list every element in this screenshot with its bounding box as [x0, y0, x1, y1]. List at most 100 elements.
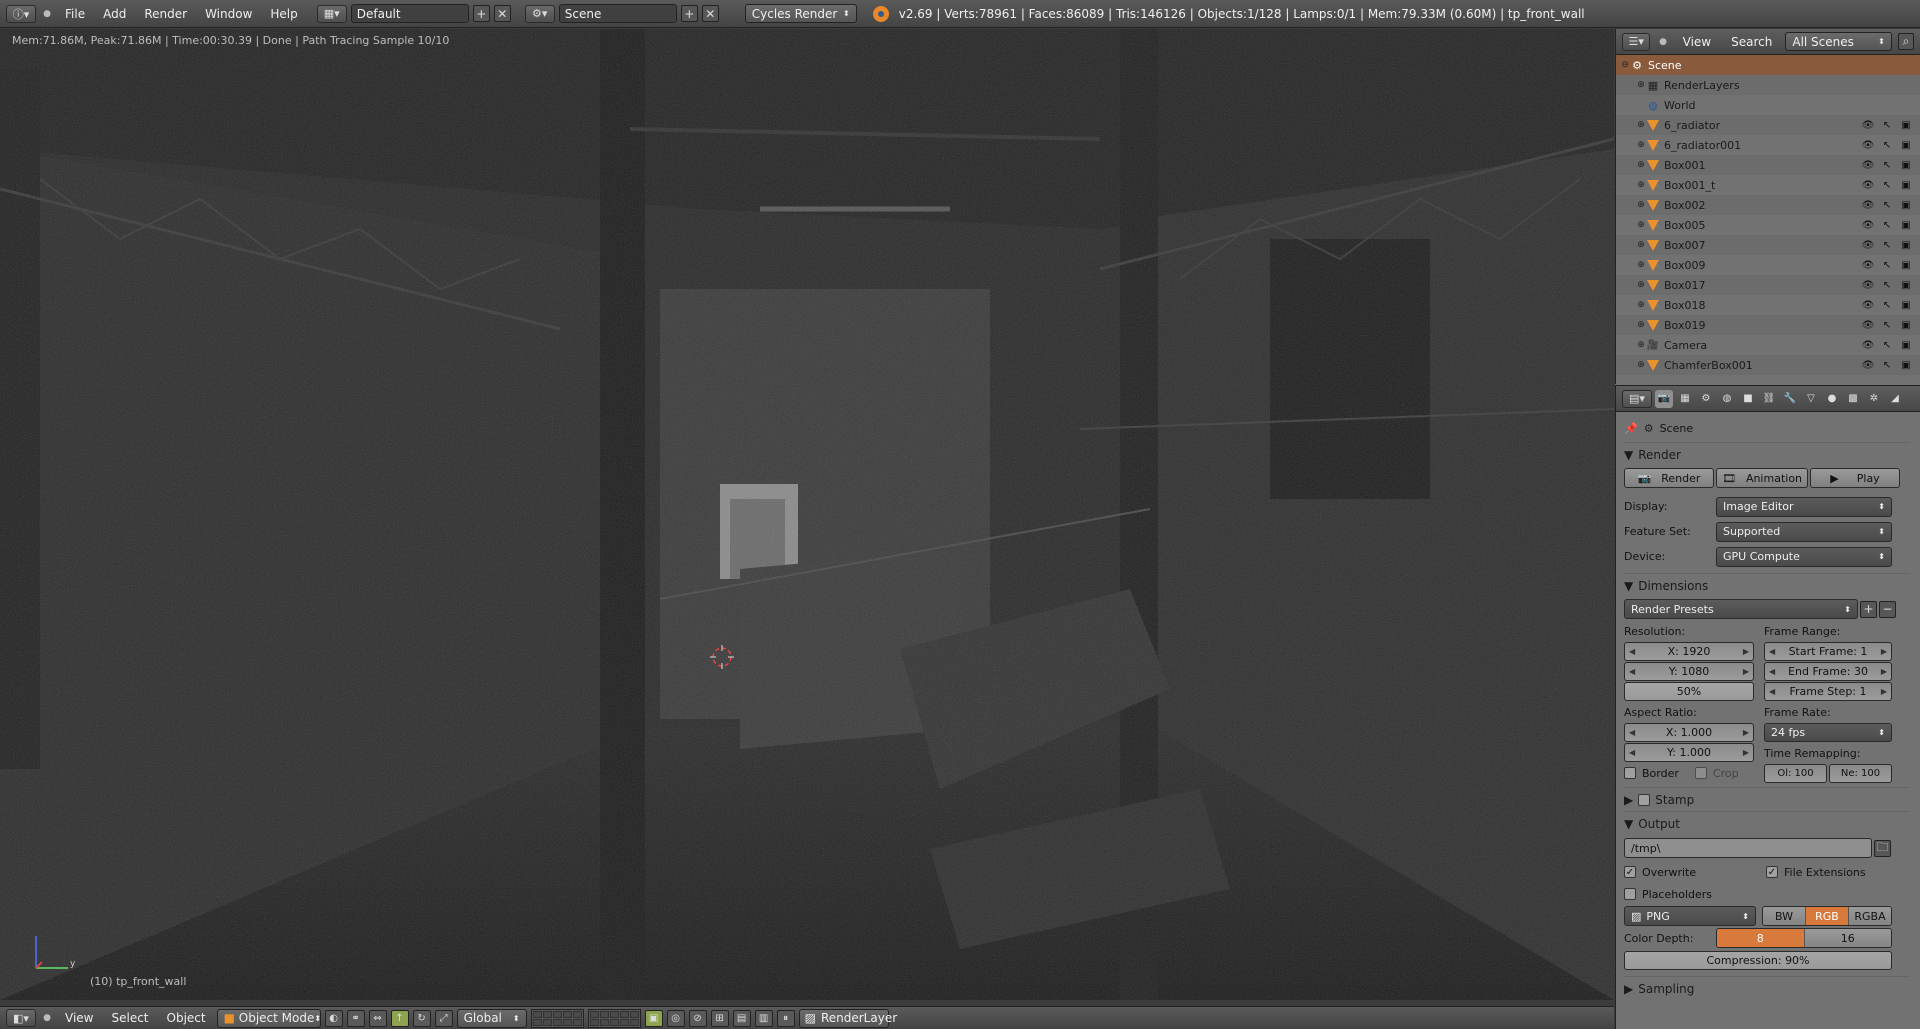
visibility-eye-icon[interactable]: 👁	[1862, 279, 1875, 291]
menu-add[interactable]: Add	[96, 7, 133, 21]
outliner-search-icon[interactable]: ⌕	[1897, 33, 1914, 50]
expand-toggle-icon[interactable]: ⊕	[1636, 220, 1646, 230]
aspect-x-field[interactable]: ◀ X: 1.000 ▶	[1624, 723, 1754, 742]
selectable-cursor-icon[interactable]: ↖	[1881, 199, 1893, 211]
outliner-row[interactable]: ⊕ Box017 👁 ↖ ▣	[1616, 275, 1920, 295]
color-depth-8[interactable]: 8	[1717, 929, 1805, 947]
render-panel-header[interactable]: ▼ Render	[1624, 442, 1910, 466]
dimensions-panel-header[interactable]: ▼ Dimensions	[1624, 573, 1910, 597]
manipulator-button[interactable]: ⇔	[368, 1009, 387, 1027]
start-frame-field[interactable]: ◀ Start Frame: 1 ▶	[1764, 642, 1892, 661]
display-dropdown[interactable]: Image Editor ⬍	[1716, 496, 1892, 517]
selectable-cursor-icon[interactable]: ↖	[1881, 179, 1893, 191]
menu-window[interactable]: Window	[198, 7, 259, 21]
time-remap-old-field[interactable]: Ol: 100	[1764, 764, 1827, 783]
selectable-cursor-icon[interactable]: ↖	[1881, 219, 1893, 231]
outliner-row[interactable]: ⊕ 🎥 Camera 👁 ↖ ▣	[1616, 335, 1920, 355]
3d-viewport[interactable]: Mem:71.86M, Peak:71.86M | Time:00:30.39 …	[0, 29, 1614, 1000]
renderable-camera-icon[interactable]: ▣	[1900, 179, 1912, 191]
outliner-row[interactable]: ⊕ Box005 👁 ↖ ▣	[1616, 215, 1920, 235]
collapse-menu-icon[interactable]: ●	[40, 1011, 54, 1025]
menu-object[interactable]: Object	[160, 1011, 213, 1025]
expand-toggle-icon[interactable]: ⊕	[1636, 240, 1646, 250]
selectable-cursor-icon[interactable]: ↖	[1881, 359, 1893, 371]
color-depth-16[interactable]: 16	[1804, 929, 1891, 947]
menu-file[interactable]: File	[58, 7, 92, 21]
expand-toggle-icon[interactable]: ⊕	[1636, 360, 1646, 370]
render-engine-dropdown[interactable]: Cycles Render ⬍	[744, 4, 857, 23]
color-mode-rgba[interactable]: RGBA	[1849, 907, 1891, 925]
visibility-eye-icon[interactable]: 👁	[1862, 319, 1875, 331]
editor-type-button[interactable]: ⓘ▾	[6, 4, 36, 23]
end-frame-field[interactable]: ◀ End Frame: 30 ▶	[1764, 662, 1892, 681]
output-panel-header[interactable]: ▼ Output	[1624, 811, 1910, 835]
aspect-y-field[interactable]: ◀ Y: 1.000 ▶	[1624, 743, 1754, 762]
selectable-cursor-icon[interactable]: ↖	[1881, 259, 1893, 271]
material-tab-icon[interactable]: ●	[1823, 390, 1841, 408]
resolution-x-field[interactable]: ◀ X: 1920 ▶	[1624, 642, 1754, 661]
add-layout-button[interactable]: +	[472, 5, 490, 22]
translate-tool-button[interactable]: ↑	[390, 1009, 409, 1027]
menu-select[interactable]: Select	[104, 1011, 155, 1025]
renderable-camera-icon[interactable]: ▣	[1900, 299, 1912, 311]
constraints-tab-icon[interactable]: ⛓	[1760, 390, 1778, 408]
expand-toggle-icon[interactable]: ⊕	[1636, 320, 1646, 330]
visibility-eye-icon[interactable]: 👁	[1862, 159, 1875, 171]
opengl-render-button[interactable]: ▤	[732, 1009, 751, 1027]
expand-toggle-icon[interactable]: ⊕	[1636, 200, 1646, 210]
visibility-eye-icon[interactable]: 👁	[1862, 219, 1875, 231]
collapse-menu-icon[interactable]: ●	[40, 7, 54, 21]
renderable-camera-icon[interactable]: ▣	[1900, 279, 1912, 291]
outliner-row[interactable]: ⊖ ⚙ Scene	[1616, 55, 1920, 75]
modifiers-tab-icon[interactable]: 🔧	[1781, 390, 1799, 408]
scale-tool-button[interactable]: ⤢	[434, 1009, 453, 1027]
outliner-row[interactable]: ◍ World	[1616, 95, 1920, 115]
render-button[interactable]: 📷 Render	[1624, 468, 1714, 488]
add-scene-button[interactable]: +	[680, 5, 698, 22]
selectable-cursor-icon[interactable]: ↖	[1881, 159, 1893, 171]
lock-layers-button[interactable]: ▣	[644, 1009, 663, 1027]
placeholders-checkbox[interactable]	[1624, 888, 1636, 900]
proportional-edit-button[interactable]: ◎	[666, 1009, 685, 1027]
renderable-camera-icon[interactable]: ▣	[1900, 199, 1912, 211]
outliner-row[interactable]: ⊕ Box018 👁 ↖ ▣	[1616, 295, 1920, 315]
3d-cursor-icon[interactable]	[710, 645, 734, 669]
outliner-menu-view[interactable]: View	[1676, 35, 1718, 49]
outliner-row[interactable]: ⊕ Box002 👁 ↖ ▣	[1616, 195, 1920, 215]
menu-render[interactable]: Render	[137, 7, 194, 21]
world-tab-icon[interactable]: ◍	[1718, 390, 1736, 408]
expand-toggle-icon[interactable]: ⊕	[1636, 140, 1646, 150]
outliner-editor-type-button[interactable]: ☰▾	[1622, 32, 1651, 51]
mode-dropdown[interactable]: ■ Object Mode ⬍	[216, 1008, 321, 1028]
outliner-row[interactable]: ⊕ Box009 👁 ↖ ▣	[1616, 255, 1920, 275]
file-format-dropdown[interactable]: ▨ PNG ⬍	[1624, 906, 1756, 926]
resolution-percent-slider[interactable]: 50%	[1624, 682, 1754, 701]
visibility-eye-icon[interactable]: 👁	[1862, 139, 1875, 151]
renderable-camera-icon[interactable]: ▣	[1900, 159, 1912, 171]
visibility-eye-icon[interactable]: 👁	[1862, 259, 1875, 271]
renderable-camera-icon[interactable]: ▣	[1900, 339, 1912, 351]
sampling-panel-header[interactable]: ▶ Sampling	[1624, 976, 1910, 1000]
layer-grid-1[interactable]	[530, 1008, 584, 1028]
renderable-camera-icon[interactable]: ▣	[1900, 219, 1912, 231]
expand-toggle-icon[interactable]: ⊕	[1636, 180, 1646, 190]
selectable-cursor-icon[interactable]: ↖	[1881, 139, 1893, 151]
expand-toggle-icon[interactable]: ⊕	[1636, 260, 1646, 270]
stamp-checkbox[interactable]	[1638, 793, 1651, 806]
selectable-cursor-icon[interactable]: ↖	[1881, 319, 1893, 331]
delete-layout-button[interactable]: ✕	[493, 5, 511, 22]
screen-layout-field[interactable]: Default	[350, 4, 469, 23]
visibility-eye-icon[interactable]: 👁	[1862, 239, 1875, 251]
file-extensions-checkbox[interactable]: ✓	[1766, 866, 1778, 878]
delete-scene-button[interactable]: ✕	[701, 5, 719, 22]
menu-help[interactable]: Help	[263, 7, 304, 21]
visibility-eye-icon[interactable]: 👁	[1862, 299, 1875, 311]
animation-button[interactable]: 🎞 Animation	[1716, 468, 1808, 488]
expand-toggle-icon[interactable]: ⊕	[1636, 340, 1646, 350]
outliner-row[interactable]: ⊕ 6_radiator001 👁 ↖ ▣	[1616, 135, 1920, 155]
renderable-camera-icon[interactable]: ▣	[1900, 259, 1912, 271]
collapse-menu-icon[interactable]: ●	[1656, 35, 1669, 49]
renderable-camera-icon[interactable]: ▣	[1900, 119, 1912, 131]
expand-toggle-icon[interactable]: ⊕	[1636, 80, 1646, 90]
outliner-menu-search[interactable]: Search	[1724, 35, 1779, 49]
